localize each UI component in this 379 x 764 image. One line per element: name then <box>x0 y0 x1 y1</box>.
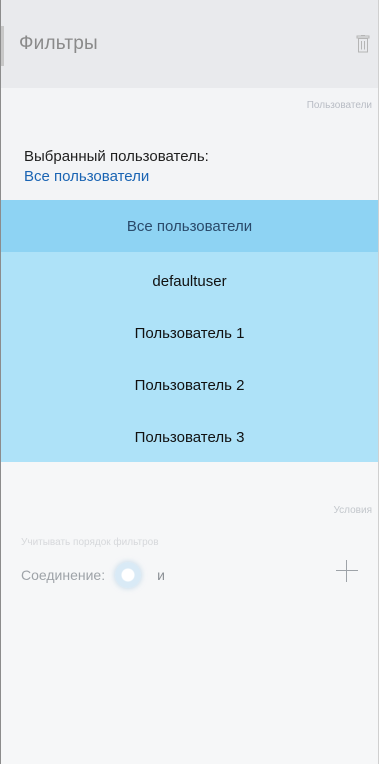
dropdown-option-user-3[interactable]: Пользователь 3 <box>1 411 378 463</box>
users-section-label: Пользователи <box>306 100 372 111</box>
panel-header: Фильтры <box>1 0 378 88</box>
dropdown-option-defaultuser[interactable]: defaultuser <box>1 255 378 307</box>
filters-panel: Фильтры Пользователи Выбранный пользоват… <box>0 0 379 764</box>
connection-value: и <box>157 567 165 583</box>
dropdown-option-all-users[interactable]: Все пользователи <box>1 200 378 252</box>
conditions-section: Условия Учитывать порядок фильтров Соеди… <box>1 462 378 764</box>
filter-order-checkbox-label[interactable]: Учитывать порядок фильтров <box>21 537 159 548</box>
user-dropdown-list: Все пользователи defaultuser Пользовател… <box>1 200 378 462</box>
selected-user-caption: Выбранный пользователь: <box>24 148 209 165</box>
dropdown-option-user-1[interactable]: Пользователь 1 <box>1 307 378 359</box>
selected-user-value[interactable]: Все пользователи <box>24 168 149 185</box>
trash-icon[interactable] <box>356 35 370 53</box>
users-section: Пользователи Выбранный пользователь: Все… <box>1 88 378 200</box>
plus-icon[interactable] <box>336 560 358 582</box>
dropdown-option-user-2[interactable]: Пользователь 2 <box>1 359 378 411</box>
header-accent-bar <box>1 26 4 66</box>
conditions-section-label: Условия <box>333 505 372 516</box>
connection-toggle[interactable] <box>115 562 142 588</box>
connection-label: Соединение: <box>21 567 106 583</box>
page-title: Фильтры <box>19 33 98 54</box>
connection-row: Соединение: и <box>21 562 165 588</box>
